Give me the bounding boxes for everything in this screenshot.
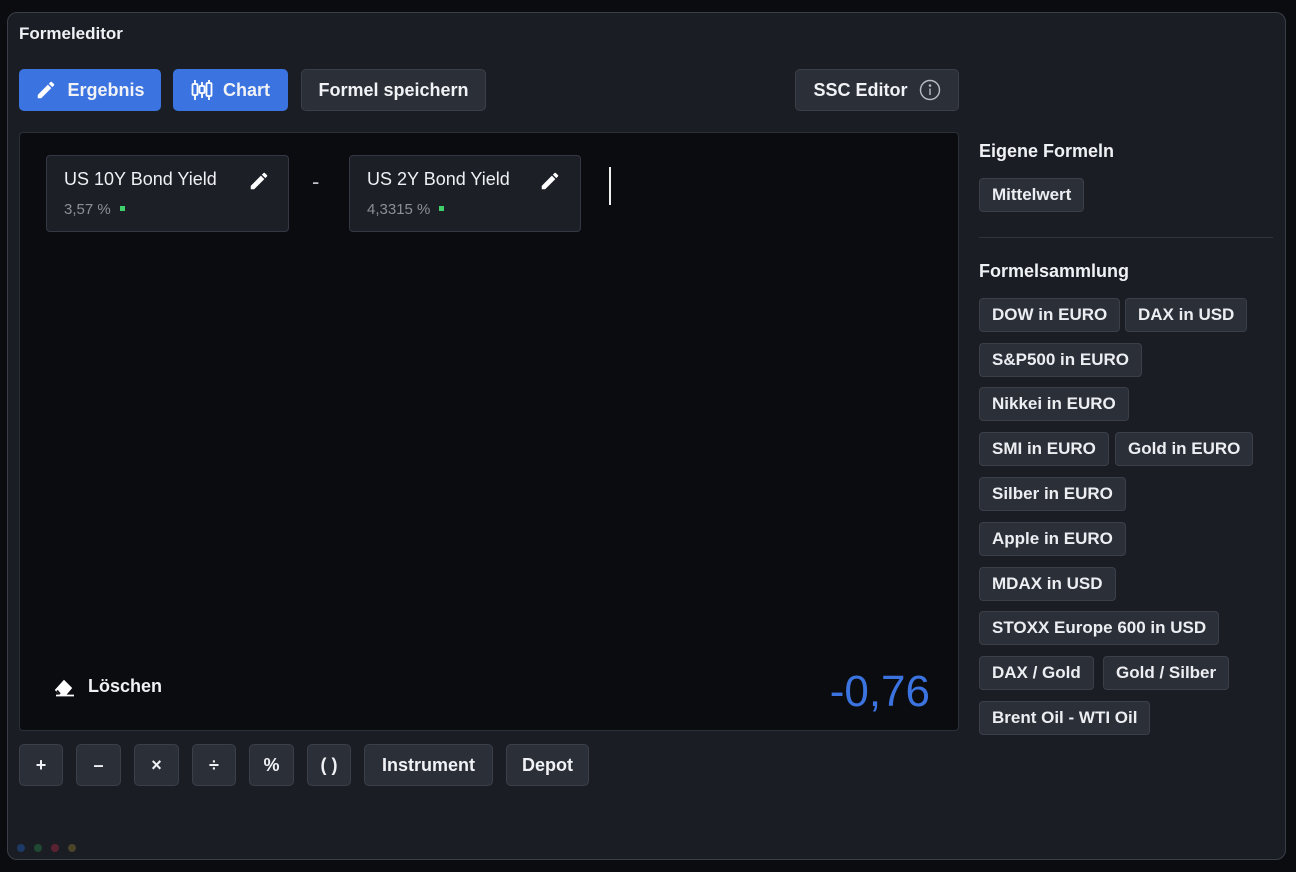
operand-chip[interactable]: US 10Y Bond Yield 3,57 % [46,155,289,232]
formula-item[interactable]: MDAX in USD [979,567,1116,601]
dot-blue [17,844,25,852]
formula-item[interactable]: Brent Oil - WTI Oil [979,701,1151,735]
formula-item[interactable]: Gold in EURO [1115,432,1254,466]
edit-icon[interactable] [539,170,561,197]
formula-collection-heading: Formelsammlung [979,261,1130,281]
clear-label: Löschen [88,676,163,696]
formula-item[interactable]: STOXX Europe 600 in USD [979,611,1220,645]
operand-chip[interactable]: US 2Y Bond Yield 4,3315 % [349,155,581,232]
edit-icon[interactable] [248,170,270,197]
status-indicator [119,205,125,211]
formula-item[interactable]: Silber in EURO [979,477,1126,511]
plus-button[interactable]: + [19,744,63,786]
formula-item[interactable]: Gold / Silber [1103,656,1230,690]
formula-item[interactable]: S&P500 in EURO [979,343,1142,377]
result-button-label: Ergebnis [67,79,145,100]
formula-item[interactable]: Apple in EURO [979,522,1126,556]
operand-name: US 10Y Bond Yield [64,169,217,189]
clear-button[interactable]: Löschen [54,676,162,697]
dot-red [51,844,59,852]
operand-name: US 2Y Bond Yield [367,169,510,189]
chart-button-label: Chart [222,79,270,100]
formula-item[interactable]: DAX in USD [1125,298,1248,332]
status-indicator [439,205,445,211]
candlestick-icon [191,78,213,102]
window-title: Formeleditor [19,24,123,43]
operator: - [312,169,320,194]
depot-button[interactable]: Depot [506,744,589,786]
result-button[interactable]: Ergebnis [19,69,161,111]
operand-value: 3,57 % [64,201,111,218]
dot-yellow [68,844,76,852]
dot-green [34,844,42,852]
operand-value-row: 4,3315 % [367,201,445,218]
info-icon[interactable] [919,79,941,101]
operand-value-row: 3,57 % [64,201,125,218]
chart-button[interactable]: Chart [173,69,288,111]
formula-item[interactable]: DAX / Gold [979,656,1094,690]
instrument-button[interactable]: Instrument [364,744,493,786]
own-formulas-heading: Eigene Formeln [979,141,1115,161]
formula-item[interactable]: Nikkei in EURO [979,387,1129,421]
ssc-editor-label: SSC Editor [813,79,908,100]
formula-item[interactable]: DOW in EURO [979,298,1121,332]
percent-button[interactable]: % [249,744,294,786]
minus-button[interactable]: – [76,744,121,786]
eraser-icon [54,677,76,697]
window-dots [17,844,76,852]
multiply-button[interactable]: × [134,744,179,786]
text-cursor [609,167,611,205]
operand-value: 4,3315 % [367,201,431,218]
formula-editor-panel: Formeleditor Ergebnis Chart Formel speic… [7,12,1286,860]
result-value: -0,76 [829,667,930,716]
save-formula-button[interactable]: Formel speichern [301,69,486,111]
pencil-icon [35,79,57,101]
formula-canvas[interactable]: US 10Y Bond Yield 3,57 % - US 2Y Bond Yi… [19,132,959,731]
formula-item[interactable]: SMI in EURO [979,432,1109,466]
divide-button[interactable]: ÷ [192,744,236,786]
own-formula-item[interactable]: Mittelwert [979,178,1085,212]
sidebar-divider [979,237,1273,238]
parentheses-button[interactable]: ( ) [307,744,351,786]
ssc-editor-button[interactable]: SSC Editor [795,69,959,111]
